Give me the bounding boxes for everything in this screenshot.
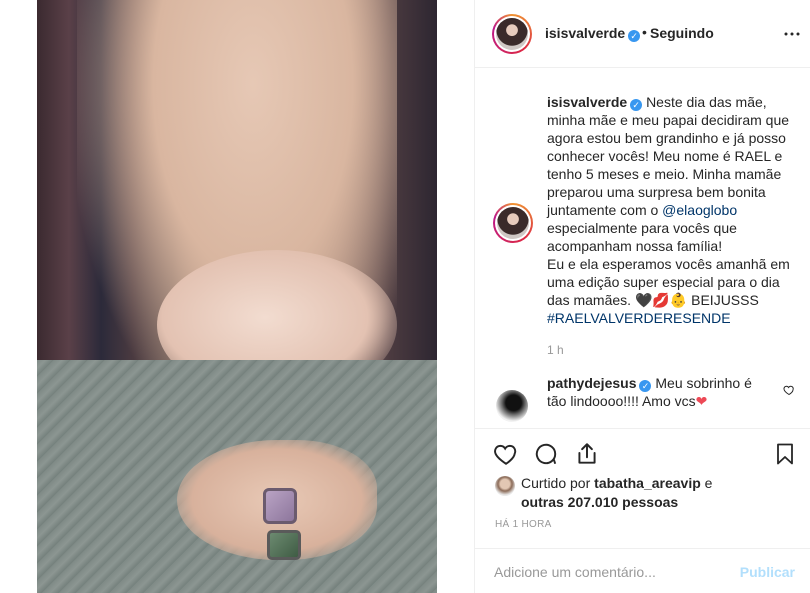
post-caption: isisvalverde ✓ Neste dia das mãe, minha m… <box>493 93 803 357</box>
comment-like-heart-icon[interactable] <box>783 384 795 396</box>
comment-item: pathydejesus ✓ Meu sobrinho é tão lindooo… <box>493 374 803 422</box>
comment-text: pathydejesus ✓ Meu sobrinho é tão lindooo… <box>547 375 752 409</box>
post-actions <box>475 428 810 472</box>
author-avatar[interactable] <box>492 14 532 54</box>
photo-detail <box>267 530 301 560</box>
verified-badge-icon: ✓ <box>639 380 652 392</box>
heart-emoji: ❤ <box>695 393 708 409</box>
verified-badge-icon: ✓ <box>630 99 643 111</box>
liker-avatar[interactable] <box>495 476 515 496</box>
caption-username[interactable]: isisvalverde ✓ <box>547 94 643 111</box>
separator-dot: • <box>642 24 647 40</box>
author-username[interactable]: isisvalverde ✓ <box>545 25 641 42</box>
post-side-panel: isisvalverde ✓ • Seguindo isisvalverde ✓ N… <box>474 0 810 593</box>
likes-text[interactable]: Curtido por tabatha_areavip e outras 207.… <box>521 474 805 512</box>
commenter-username[interactable]: pathydejesus ✓ <box>547 375 652 392</box>
post-header: isisvalverde ✓ • Seguindo <box>475 0 810 68</box>
post-timestamp[interactable]: HÁ 1 HORA <box>495 519 552 530</box>
caption-text: isisvalverde ✓ Neste dia das mãe, minha m… <box>547 94 790 326</box>
following-button[interactable]: Seguindo <box>650 25 714 41</box>
photo-detail <box>263 488 297 524</box>
caption-hashtag-link[interactable]: #RAELVALVERDERESENDE <box>547 310 731 326</box>
publish-button[interactable]: Publicar <box>740 564 795 580</box>
post-photo[interactable] <box>37 0 437 593</box>
caption-emojis: 🖤💋👶 <box>634 292 688 308</box>
caption-author-avatar[interactable] <box>493 203 533 243</box>
share-icon[interactable] <box>574 441 600 467</box>
more-horizontal-icon[interactable] <box>783 25 801 43</box>
comment-icon[interactable] <box>533 441 559 467</box>
verified-badge-icon: ✓ <box>628 30 641 42</box>
add-comment-bar: Adicione um comentário... Publicar <box>475 548 810 593</box>
caption-timestamp[interactable]: 1 h <box>547 343 803 357</box>
likes-summary: Curtido por tabatha_areavip e outras 207.… <box>495 474 805 512</box>
caption-mention-link[interactable]: @elaoglobo <box>662 202 737 218</box>
commenter-avatar[interactable] <box>496 390 528 422</box>
bookmark-icon[interactable] <box>773 441 797 467</box>
comment-input[interactable]: Adicione um comentário... <box>494 564 656 580</box>
heart-icon[interactable] <box>493 441 519 467</box>
